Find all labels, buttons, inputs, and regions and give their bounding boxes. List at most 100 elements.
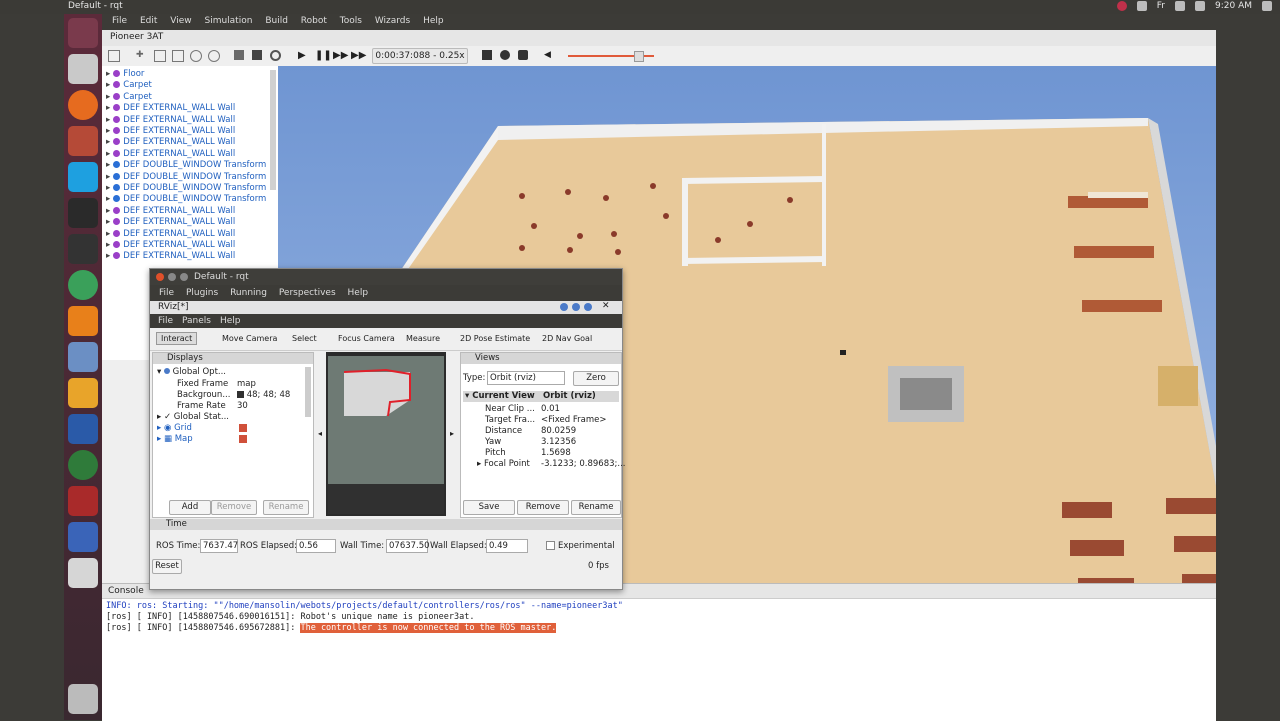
pitch-value[interactable]: 1.5698	[541, 448, 571, 458]
reload-icon[interactable]	[572, 303, 580, 311]
menu-file[interactable]: File	[112, 16, 127, 26]
scene-tree-node[interactable]: ▸ DEF DOUBLE_WINDOW Transform	[106, 183, 266, 194]
expand-arrow-icon[interactable]: ▸	[106, 183, 110, 193]
volume-slider-handle[interactable]	[634, 51, 644, 62]
tool-measure[interactable]: Measure	[406, 334, 440, 343]
rename-display-button[interactable]: Rename	[263, 500, 309, 515]
keyboard-layout[interactable]: Fr	[1157, 1, 1165, 11]
drive-icon[interactable]	[68, 558, 98, 588]
grid-checkbox[interactable]	[239, 424, 247, 432]
add-icon[interactable]	[190, 50, 202, 62]
scene-tree-node[interactable]: ▸ DEF EXTERNAL_WALL Wall	[106, 115, 235, 126]
rviz-menu-file[interactable]: File	[158, 316, 173, 326]
yaw-value[interactable]: 3.12356	[541, 437, 576, 447]
expand-arrow-icon[interactable]: ▸	[106, 217, 110, 227]
expand-arrow-icon[interactable]: ▸	[106, 206, 110, 216]
expand-arrow-icon[interactable]: ▸	[106, 172, 110, 182]
expand-arrow-icon[interactable]: ▸	[106, 69, 110, 79]
thunderbird-icon[interactable]	[68, 342, 98, 372]
bug-icon[interactable]	[68, 486, 98, 516]
expand-arrow-icon[interactable]: ▸	[106, 160, 110, 170]
scene-tree-node[interactable]: ▸ Carpet	[106, 92, 152, 103]
scene-tree-node[interactable]: ▸ DEF DOUBLE_WINDOW Transform	[106, 172, 266, 183]
ubuntu-dash-icon[interactable]	[68, 18, 98, 48]
tool-select[interactable]: Select	[292, 334, 317, 343]
displays-scrollbar[interactable]	[305, 367, 311, 417]
fast-forward-icon[interactable]: ▶▶	[333, 50, 348, 61]
menu-robot[interactable]: Robot	[301, 16, 327, 26]
focal-point-value[interactable]: -3.1233; 0.89683;...	[541, 459, 626, 469]
menu-tools[interactable]: Tools	[340, 16, 362, 26]
save-world-icon[interactable]	[252, 50, 262, 60]
webots-icon[interactable]	[68, 450, 98, 480]
collapse-left-icon[interactable]: ◂	[318, 429, 322, 438]
help-icon[interactable]	[560, 303, 568, 311]
scene-tree-node[interactable]: ▸ Floor	[106, 69, 144, 80]
scene-tree-node[interactable]: ▸ DEF EXTERNAL_WALL Wall	[106, 229, 235, 240]
maximize-window-icon[interactable]	[180, 273, 188, 281]
tool-2d-pose-estimate[interactable]: 2D Pose Estimate	[460, 334, 530, 343]
rviz-menu-help[interactable]: Help	[220, 316, 241, 326]
volume-icon[interactable]: ◀	[544, 50, 554, 60]
expand-arrow-icon[interactable]: ▸	[106, 92, 110, 102]
expand-arrow-icon[interactable]: ▸	[106, 229, 110, 239]
info-icon[interactable]	[584, 303, 592, 311]
experimental-checkbox[interactable]	[546, 541, 555, 550]
tool-focus-camera[interactable]: Focus Camera	[338, 334, 395, 343]
display-row-map[interactable]: ▸ ▦ Map	[157, 434, 193, 444]
expand-arrow-icon[interactable]: ▸	[106, 80, 110, 90]
wall-time-field[interactable]: 07637.50	[386, 539, 430, 553]
pioneer-robot[interactable]	[840, 350, 846, 355]
zero-view-button[interactable]: Zero	[573, 371, 619, 386]
vlc-icon[interactable]	[68, 306, 98, 336]
scene-tree-node[interactable]: ▸ DEF EXTERNAL_WALL Wall	[106, 251, 235, 262]
scene-tree-node[interactable]: ▸ DEF DOUBLE_WINDOW Transform	[106, 194, 266, 205]
scene-tree-node[interactable]: ▸ DEF EXTERNAL_WALL Wall	[106, 149, 235, 160]
expand-arrow-icon[interactable]: ▸	[106, 251, 110, 261]
ros-time-field[interactable]: 7637.47	[200, 539, 238, 553]
scene-tree-node[interactable]: ▸ DEF DOUBLE_WINDOW Transform	[106, 160, 266, 171]
scene-tree-node[interactable]: ▸ DEF EXTERNAL_WALL Wall	[106, 217, 235, 228]
menu-edit[interactable]: Edit	[140, 16, 157, 26]
screenshot-icon[interactable]	[518, 50, 528, 60]
virtualbox-icon[interactable]	[68, 378, 98, 408]
network-icon[interactable]	[1175, 1, 1185, 11]
power-icon[interactable]	[1262, 1, 1272, 11]
pause-icon[interactable]: ❚❚	[315, 50, 332, 61]
workspace-switcher-icon[interactable]	[68, 522, 98, 552]
reload-world-icon[interactable]	[270, 50, 281, 61]
rviz-render-view[interactable]	[326, 352, 446, 516]
menu-view[interactable]: View	[170, 16, 191, 26]
dropbox-icon[interactable]	[1136, 1, 1147, 11]
files-icon[interactable]	[68, 54, 98, 84]
record-video-icon[interactable]	[500, 50, 510, 60]
step-back-icon[interactable]: ▶	[298, 50, 308, 61]
expand-arrow-icon[interactable]: ▸	[106, 115, 110, 125]
scene-tree-node[interactable]: ▸ DEF EXTERNAL_WALL Wall	[106, 137, 235, 148]
ros-elapsed-field[interactable]: 0.56	[296, 539, 336, 553]
toggle-tree-icon[interactable]	[108, 50, 120, 62]
display-row-global-options[interactable]: ▾ Global Opt...	[157, 367, 226, 377]
rqt-menu-running[interactable]: Running	[230, 288, 267, 298]
expand-arrow-icon[interactable]: ▸	[106, 194, 110, 204]
expand-arrow-icon[interactable]: ▸	[106, 126, 110, 136]
view-prop-focal-point[interactable]: ▸ Focal Point	[477, 459, 530, 469]
distance-value[interactable]: 80.0259	[541, 426, 576, 436]
close-plugin-icon[interactable]: ✕	[602, 301, 610, 311]
wall-elapsed-field[interactable]: 0.49	[486, 539, 528, 553]
collapse-right-icon[interactable]: ▸	[450, 429, 454, 438]
reset-time-button[interactable]: Reset	[152, 559, 182, 574]
display-row-background[interactable]: Backgroun...	[177, 390, 230, 400]
expand-arrow-icon[interactable]: ▸	[106, 137, 110, 147]
scene-tree-node[interactable]: ▸ DEF EXTERNAL_WALL Wall	[106, 126, 235, 137]
skype-icon[interactable]	[68, 162, 98, 192]
scene-tree-node[interactable]: ▸ DEF EXTERNAL_WALL Wall	[106, 240, 235, 251]
rqt-menu-plugins[interactable]: Plugins	[186, 288, 218, 298]
menu-wizards[interactable]: Wizards	[375, 16, 410, 26]
view-prop-yaw[interactable]: Yaw	[485, 437, 501, 447]
view-prop-pitch[interactable]: Pitch	[485, 448, 506, 458]
firefox-icon[interactable]	[68, 90, 98, 120]
target-frame-value[interactable]: <Fixed Frame>	[541, 415, 606, 425]
expand-arrow-icon[interactable]: ▸	[106, 240, 110, 250]
scene-tree-node[interactable]: ▸ DEF EXTERNAL_WALL Wall	[106, 103, 235, 114]
